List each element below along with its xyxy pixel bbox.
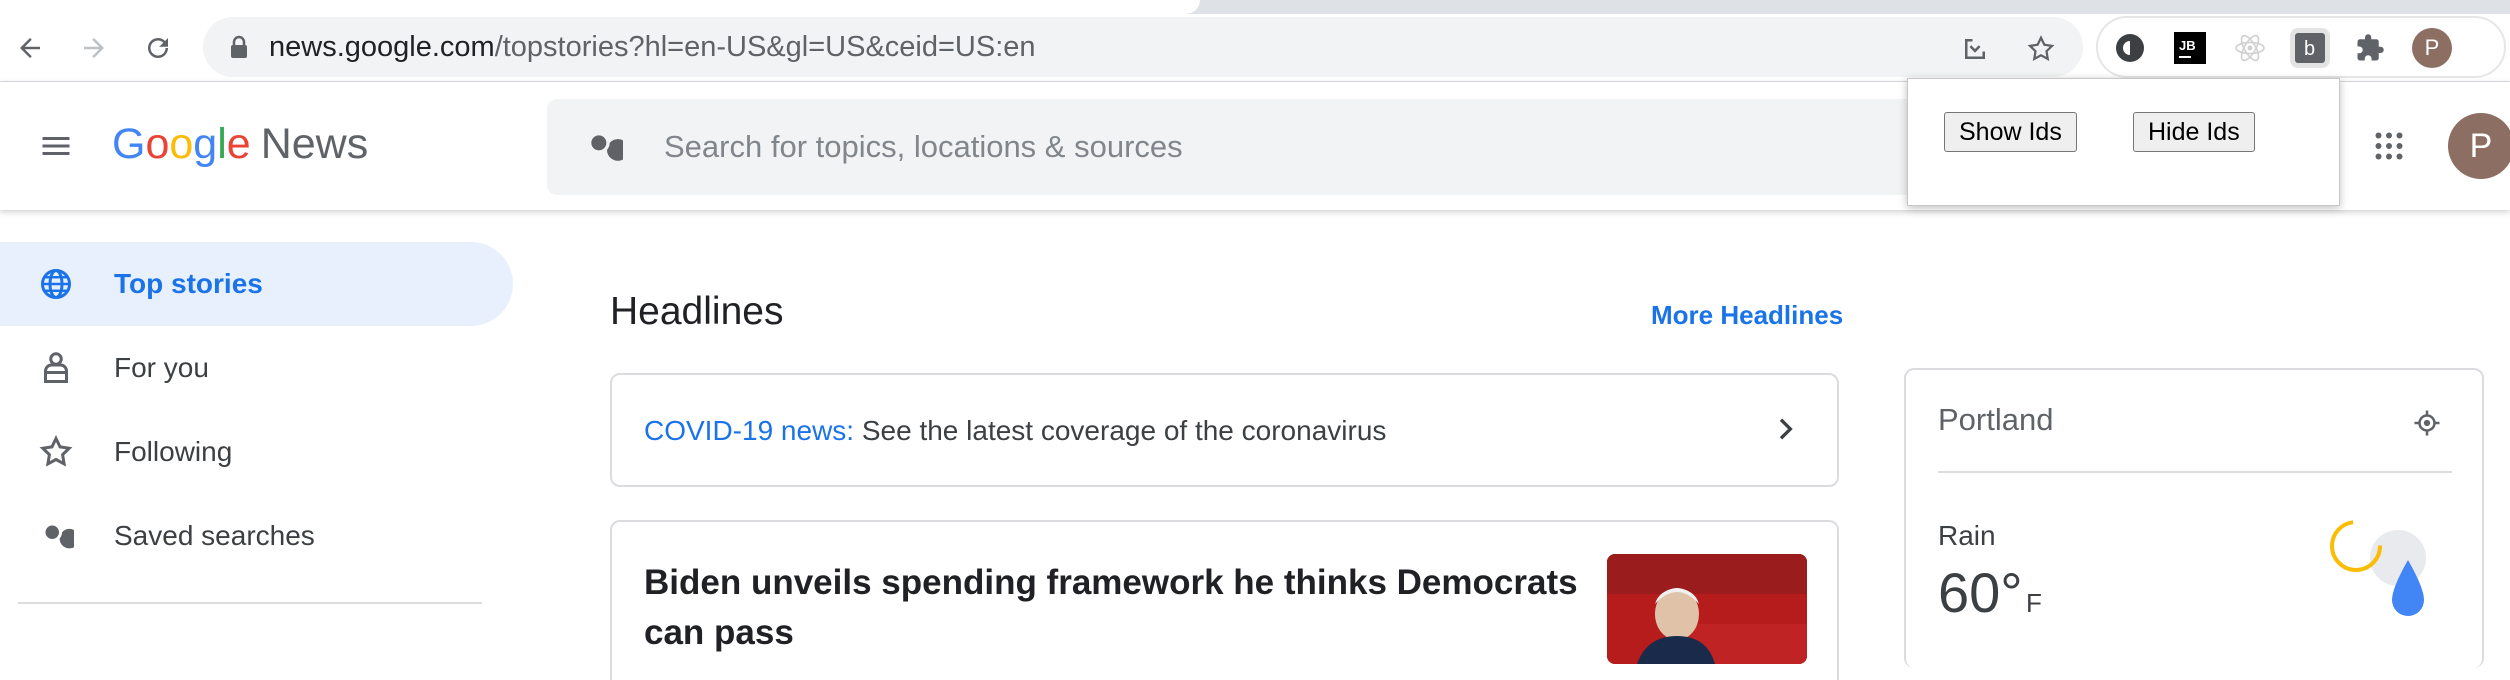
sidebar-item-label: For you: [114, 352, 209, 383]
story-headline[interactable]: Biden unveils spending framework he thin…: [644, 558, 1584, 658]
google-apps-button[interactable]: [2365, 122, 2413, 170]
news-search-box[interactable]: [547, 99, 1987, 195]
sidebar-item-label: Top stories: [114, 268, 263, 299]
weather-divider: [1938, 471, 2452, 473]
rain-weather-icon: [2330, 520, 2426, 616]
svg-text:b: b: [2304, 38, 2315, 60]
search-icon: [36, 516, 76, 556]
install-app-button[interactable]: [1955, 29, 1995, 69]
account-avatar[interactable]: P: [2448, 113, 2510, 179]
back-arrow-icon: [20, 38, 40, 58]
logo-letter: l: [217, 120, 227, 168]
sidebar-item-for-you[interactable]: For you: [0, 326, 513, 410]
covid-description: See the latest coverage of the coronavir…: [854, 415, 1387, 446]
globe-icon: [36, 264, 76, 304]
extensions-group: JB b P: [2096, 16, 2506, 78]
browser-profile-avatar[interactable]: P: [2412, 28, 2452, 68]
more-headlines-link[interactable]: More Headlines: [1651, 300, 1843, 331]
address-bar[interactable]: news.google.com/topstories?hl=en-US&gl=U…: [203, 17, 2083, 77]
weather-temperature: 60°: [1938, 561, 2023, 624]
logo-letter: G: [112, 120, 146, 168]
jetbrains-icon: JB: [2174, 32, 2206, 64]
covid-card-text: COVID-19 news: See the latest coverage o…: [644, 415, 1386, 447]
download-icon: [1965, 37, 1985, 59]
puzzle-icon: [2357, 34, 2384, 61]
back-button[interactable]: [8, 26, 52, 70]
logo-product-name: News: [260, 120, 369, 168]
extension-1-button[interactable]: [2110, 28, 2150, 68]
weather-unit[interactable]: F: [2026, 588, 2042, 619]
weather-card[interactable]: Portland Rain 60° F: [1904, 368, 2484, 668]
b-extension-button[interactable]: b: [2290, 28, 2330, 68]
reload-icon: [148, 38, 168, 58]
sidebar-item-label: Following: [114, 436, 233, 467]
person-icon: [36, 348, 76, 388]
sidebar-item-following[interactable]: Following: [0, 410, 513, 494]
lock-icon: [231, 35, 247, 58]
sidebar-item-top-stories[interactable]: Top stories: [0, 242, 513, 326]
star-outline-icon: [2027, 35, 2055, 61]
forward-button[interactable]: [72, 26, 116, 70]
svg-text:JB: JB: [2179, 38, 2196, 53]
browser-toolbar: news.google.com/topstories?hl=en-US&gl=U…: [0, 14, 2510, 82]
url-path: /topstories?hl=en-US&gl=US&ceid=US:en: [494, 31, 1036, 63]
my-location-icon[interactable]: [2412, 408, 2442, 438]
main-menu-button[interactable]: [30, 120, 82, 172]
react-icon: [2235, 34, 2265, 62]
reload-button[interactable]: [136, 26, 180, 70]
url-host: news.google.com: [269, 31, 495, 63]
logo-letter: g: [193, 120, 218, 168]
react-devtools-button[interactable]: [2230, 28, 2270, 68]
url-text[interactable]: news.google.com/topstories?hl=en-US&gl=U…: [269, 31, 1036, 63]
weather-city: Portland: [1938, 402, 2054, 437]
jetbrains-extension-button[interactable]: JB: [2170, 28, 2210, 68]
covid-news-card[interactable]: COVID-19 news: See the latest coverage o…: [610, 373, 1839, 487]
sidebar-item-label: Saved searches: [114, 520, 315, 551]
tab-strip: [0, 0, 2510, 14]
extensions-menu-button[interactable]: [2350, 28, 2390, 68]
search-input[interactable]: [664, 123, 1864, 171]
logo-letter: o: [145, 120, 170, 168]
hamburger-icon: [42, 137, 70, 155]
hide-ids-button[interactable]: Hide Ids: [2133, 112, 2255, 152]
apps-grid-icon: [2375, 132, 2403, 160]
star-icon: [36, 432, 76, 472]
b-extension-icon: b: [2295, 33, 2325, 63]
section-title: Headlines: [610, 290, 784, 333]
browser-tab-active[interactable]: [160, 0, 1200, 14]
chevron-right-icon: [1779, 418, 1793, 440]
forward-arrow-icon: [84, 38, 104, 58]
covid-news-link[interactable]: COVID-19 news:: [644, 415, 854, 446]
extension-popup: Show Ids Hide Ids: [1907, 78, 2340, 206]
sidebar-item-saved-searches[interactable]: Saved searches: [0, 494, 513, 578]
logo-letter: o: [169, 120, 194, 168]
bookmark-star-button[interactable]: [2021, 29, 2061, 69]
logo-letter: e: [226, 120, 251, 168]
weather-condition: Rain: [1938, 520, 1996, 551]
top-story-card[interactable]: Biden unveils spending framework he thin…: [610, 520, 1839, 680]
search-icon[interactable]: [583, 127, 623, 167]
show-ids-button[interactable]: Show Ids: [1944, 112, 2077, 152]
extension-1-icon: [2116, 34, 2144, 62]
sidebar-divider: [18, 602, 482, 604]
google-news-logo[interactable]: Google News: [112, 118, 368, 170]
